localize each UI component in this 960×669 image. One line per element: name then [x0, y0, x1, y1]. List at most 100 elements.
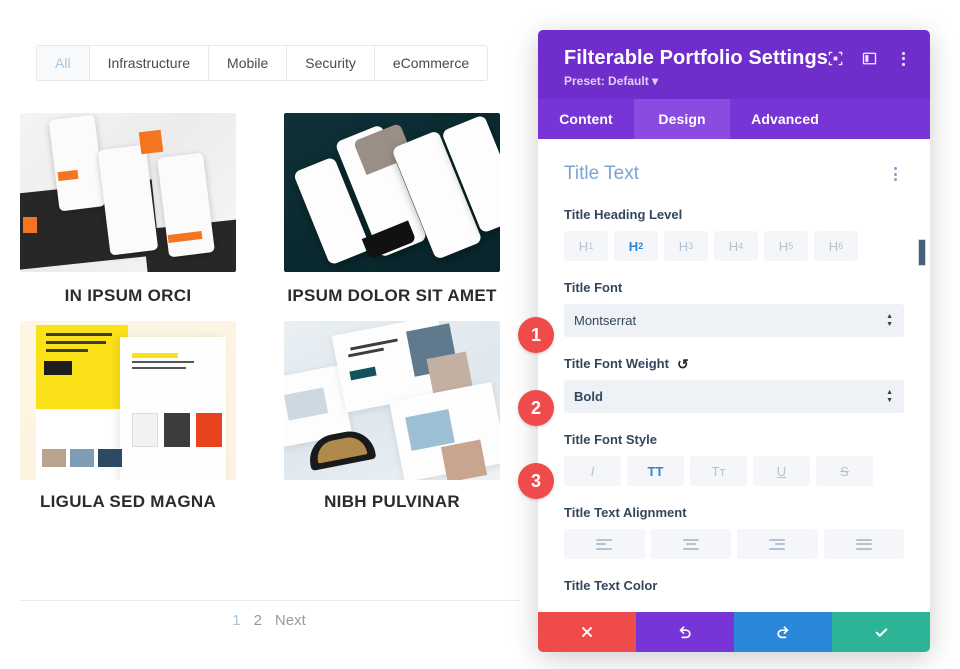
filter-infrastructure[interactable]: Infrastructure — [89, 46, 210, 80]
tab-advanced[interactable]: Advanced — [730, 99, 840, 139]
redo-button[interactable] — [734, 612, 832, 652]
h2-sub: 2 — [638, 241, 644, 251]
portfolio-item-title[interactable]: NIBH PULVINAR — [284, 492, 500, 513]
h2-glyph: H — [628, 238, 639, 254]
align-left-icon — [596, 538, 613, 550]
h3-sub: 3 — [688, 241, 694, 251]
portfolio-item[interactable]: LIGULA SED MAGNA — [20, 320, 236, 513]
settings-tabs: Content Design Advanced — [538, 99, 930, 139]
portfolio-thumbnail-ecommerce-phone[interactable] — [284, 113, 500, 272]
tab-content[interactable]: Content — [538, 99, 634, 139]
label-title-font-weight: Title Font Weight ↺ — [564, 356, 904, 371]
page-2[interactable]: 2 — [254, 612, 262, 629]
portfolio-row: IN IPSUM ORCI IPSUM DOLOR SIT AMET — [20, 113, 520, 307]
field-title-text-color: Title Text Color — [564, 578, 904, 593]
settings-footer — [538, 612, 930, 652]
undo-button[interactable] — [636, 612, 734, 652]
pagination: 1 2 Next — [0, 612, 538, 629]
filter-security[interactable]: Security — [287, 46, 375, 80]
settings-header: Filterable Portfolio Settings Preset: De… — [538, 30, 930, 99]
label-title-heading-level: Title Heading Level — [564, 207, 683, 222]
heading-level-h5[interactable]: H5 — [764, 231, 808, 261]
settings-scroll-area: Title Text Title Heading Level H1 H2 H3 … — [538, 139, 930, 612]
pagination-divider — [20, 600, 520, 601]
h4-sub: 4 — [738, 241, 744, 251]
h1-sub: 1 — [588, 241, 594, 251]
align-center-button[interactable] — [650, 529, 731, 559]
preset-selector[interactable]: Preset: Default ▾ — [564, 74, 910, 88]
field-title-heading-level: Title Heading Level H1 H2 H3 H4 H5 H6 — [564, 207, 904, 261]
label-title-font: Title Font — [564, 280, 623, 295]
small-caps-icon: Tᴛ — [711, 463, 726, 479]
align-left-button[interactable] — [564, 529, 645, 559]
font-style-uppercase-button[interactable]: TT — [627, 456, 684, 486]
expand-icon[interactable] — [827, 50, 844, 67]
title-font-select[interactable]: Montserrat — [564, 304, 904, 337]
font-style-strikethrough-button[interactable]: S — [816, 456, 873, 486]
font-style-group: I TT Tᴛ U S — [564, 456, 904, 486]
field-title-font: Title Font Montserrat ▲ ▼ — [564, 280, 904, 337]
portfolio-thumbnail-mobile-app[interactable] — [20, 113, 236, 272]
field-title-text-alignment: Title Text Alignment — [564, 505, 904, 559]
layout-icon[interactable] — [861, 50, 878, 67]
tab-design[interactable]: Design — [634, 99, 730, 139]
save-button[interactable] — [832, 612, 930, 652]
reset-icon[interactable]: ↺ — [677, 357, 689, 371]
section-options-icon[interactable] — [887, 166, 904, 183]
step-badge-2: 2 — [518, 390, 554, 426]
portfolio-item[interactable]: IN IPSUM ORCI — [20, 113, 236, 307]
title-font-select-wrap: Montserrat ▲ ▼ — [564, 304, 904, 337]
h5-sub: 5 — [788, 241, 794, 251]
h6-glyph: H — [828, 238, 839, 254]
scrollbar-thumb[interactable] — [918, 239, 926, 266]
heading-level-h1[interactable]: H1 — [564, 231, 608, 261]
strikethrough-icon: S — [840, 463, 849, 479]
section-title: Title Text — [564, 163, 639, 184]
portfolio-item[interactable]: NIBH PULVINAR — [284, 320, 500, 513]
screen: All Infrastructure Mobile Security eComm… — [0, 0, 960, 669]
portfolio-preview: All Infrastructure Mobile Security eComm… — [0, 0, 538, 669]
uppercase-icon: TT — [647, 463, 664, 479]
portfolio-filter-bar: All Infrastructure Mobile Security eComm… — [36, 45, 489, 81]
align-justify-button[interactable] — [823, 529, 904, 559]
more-options-icon[interactable] — [895, 50, 912, 67]
font-style-smallcaps-button[interactable]: Tᴛ — [690, 456, 747, 486]
page-next[interactable]: Next — [275, 612, 306, 629]
h5-glyph: H — [778, 238, 789, 254]
heading-level-h3[interactable]: H3 — [664, 231, 708, 261]
heading-level-h4[interactable]: H4 — [714, 231, 758, 261]
label-title-text-color: Title Text Color — [564, 578, 658, 593]
settings-scrollbar[interactable] — [918, 139, 926, 612]
filter-all[interactable]: All — [37, 46, 90, 80]
portfolio-item-title[interactable]: LIGULA SED MAGNA — [20, 492, 236, 513]
filter-ecommerce[interactable]: eCommerce — [374, 46, 488, 80]
portfolio-row: LIGULA SED MAGNA NIBH PULVINAR — [20, 320, 520, 513]
h3-glyph: H — [678, 238, 689, 254]
title-font-weight-select-wrap: Bold ▲ ▼ — [564, 380, 904, 413]
portfolio-item-title[interactable]: IN IPSUM ORCI — [20, 286, 236, 307]
font-style-underline-button[interactable]: U — [753, 456, 810, 486]
page-1[interactable]: 1 — [232, 612, 240, 629]
filter-mobile[interactable]: Mobile — [209, 46, 288, 80]
settings-body: Title Text Title Heading Level H1 H2 H3 … — [538, 139, 930, 612]
h1-glyph: H — [578, 238, 589, 254]
heading-level-h2[interactable]: H2 — [614, 231, 658, 261]
title-font-weight-select[interactable]: Bold — [564, 380, 904, 413]
font-style-italic-button[interactable]: I — [564, 456, 621, 486]
portfolio-thumbnail-yellow-landing[interactable] — [20, 320, 236, 480]
portfolio-grid: IN IPSUM ORCI IPSUM DOLOR SIT AMET LIGUL… — [20, 113, 520, 526]
label-title-font-weight-text: Title Font Weight — [564, 356, 669, 371]
heading-level-group: H1 H2 H3 H4 H5 H6 — [564, 231, 904, 261]
cancel-button[interactable] — [538, 612, 636, 652]
h4-glyph: H — [728, 238, 739, 254]
align-right-icon — [769, 538, 786, 550]
field-title-font-style: Title Font Style I TT Tᴛ U S — [564, 432, 904, 486]
h6-sub: 6 — [838, 241, 844, 251]
settings-header-icons — [827, 50, 912, 67]
align-right-button[interactable] — [737, 529, 818, 559]
portfolio-item[interactable]: IPSUM DOLOR SIT AMET — [284, 113, 500, 307]
portfolio-thumbnail-sunglasses-shop[interactable] — [284, 320, 500, 480]
portfolio-item-title[interactable]: IPSUM DOLOR SIT AMET — [284, 286, 500, 307]
heading-level-h6[interactable]: H6 — [814, 231, 858, 261]
label-title-font-style: Title Font Style — [564, 432, 657, 447]
